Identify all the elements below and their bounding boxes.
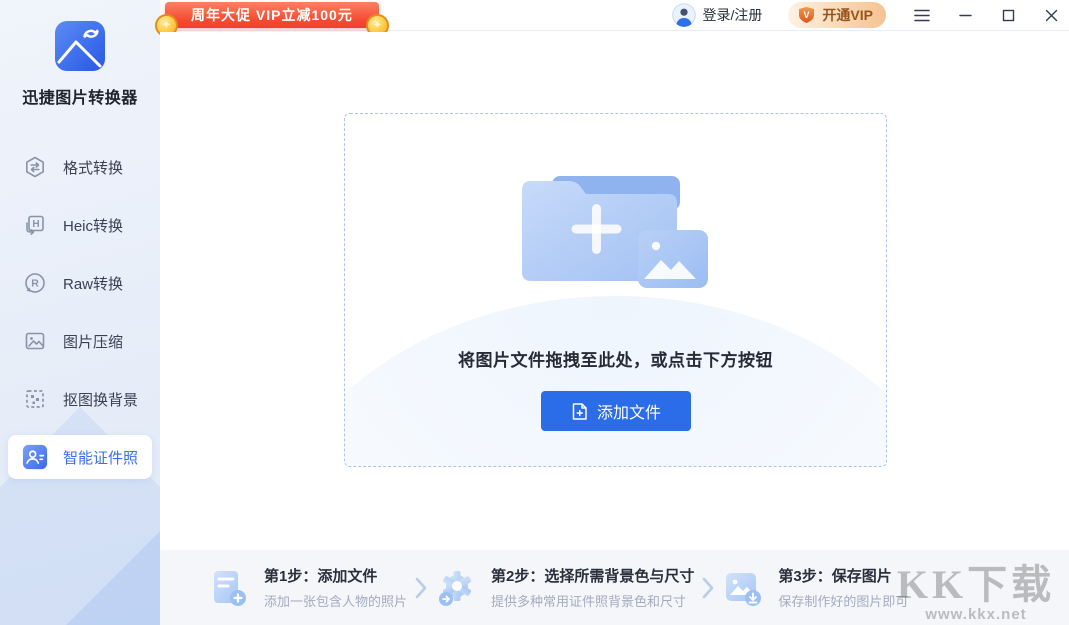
step-subtitle: 保存制作好的图片即可 bbox=[778, 591, 908, 610]
maximize-icon bbox=[1002, 9, 1015, 22]
vip-shield-icon: V bbox=[797, 6, 816, 24]
sidebar-item-cutout-background[interactable]: 抠图换背景 bbox=[8, 377, 152, 421]
steps-bar: 第1步：添加文件 添加一张包含人物的照片 bbox=[160, 550, 1069, 625]
add-folder-illustration bbox=[510, 166, 722, 305]
avatar-icon bbox=[672, 3, 696, 27]
raw-convert-icon: R bbox=[22, 270, 48, 296]
sidebar-item-label: 图片压缩 bbox=[63, 331, 123, 352]
svg-text:R: R bbox=[31, 278, 39, 290]
sidebar-item-label: 抠图换背景 bbox=[63, 389, 138, 410]
sidebar-item-label: 智能证件照 bbox=[63, 447, 138, 468]
close-button[interactable] bbox=[1041, 5, 1061, 25]
step-3: 第3步：保存图片 保存制作好的图片即可 bbox=[722, 565, 908, 610]
menu-icon bbox=[914, 9, 930, 22]
close-icon bbox=[1045, 9, 1058, 22]
app-logo-icon bbox=[54, 20, 106, 72]
sidebar-item-raw-convert[interactable]: R Raw转换 bbox=[8, 261, 152, 305]
save-image-icon bbox=[722, 567, 764, 609]
settings-gear-icon bbox=[435, 567, 477, 609]
login-label: 登录/注册 bbox=[703, 5, 763, 25]
app-title: 迅捷图片转换器 bbox=[0, 84, 160, 108]
sidebar-item-format-convert[interactable]: 格式转换 bbox=[8, 145, 152, 189]
step-subtitle: 提供多种常用证件照背景色和尺寸 bbox=[491, 591, 694, 610]
maximize-button[interactable] bbox=[998, 5, 1018, 25]
sidebar-item-label: 格式转换 bbox=[63, 157, 123, 178]
svg-text:V: V bbox=[804, 10, 810, 20]
sidebar-menu: 格式转换 H Heic转换 R bbox=[0, 145, 160, 493]
sidebar-item-label: Raw转换 bbox=[63, 273, 123, 294]
cutout-background-icon bbox=[22, 386, 48, 412]
format-convert-icon bbox=[22, 154, 48, 180]
add-document-icon bbox=[208, 567, 250, 609]
step-title: 第2步：选择所需背景色与尺寸 bbox=[491, 565, 694, 586]
watermark: KK下载 www.kkx.net bbox=[887, 552, 1065, 623]
add-file-label: 添加文件 bbox=[597, 399, 661, 423]
login-register-button[interactable]: 登录/注册 bbox=[672, 3, 763, 27]
sidebar-item-id-photo[interactable]: 智能证件照 bbox=[8, 435, 152, 479]
dropzone-hint: 将图片文件拖拽至此处，或点击下方按钮 bbox=[345, 346, 886, 371]
header: ✦ 周年大促 VIP立减100元 ✦ 登录/注册 bbox=[160, 0, 1069, 31]
step-title: 第1步：添加文件 bbox=[264, 565, 407, 586]
vip-label: 开通VIP bbox=[822, 5, 873, 25]
image-compress-icon bbox=[22, 328, 48, 354]
step-2: 第2步：选择所需背景色与尺寸 提供多种常用证件照背景色和尺寸 bbox=[435, 565, 694, 610]
step-title: 第3步：保存图片 bbox=[778, 565, 908, 586]
promo-text: 周年大促 VIP立减100元 bbox=[191, 5, 353, 25]
sidebar-item-heic-convert[interactable]: H Heic转换 bbox=[8, 203, 152, 247]
minimize-button[interactable] bbox=[955, 5, 975, 25]
svg-text:H: H bbox=[32, 219, 39, 230]
promo-banner[interactable]: ✦ 周年大促 VIP立减100元 ✦ bbox=[165, 2, 379, 28]
add-file-button[interactable]: 添加文件 bbox=[541, 391, 691, 431]
id-photo-icon bbox=[22, 444, 48, 470]
add-file-icon bbox=[570, 402, 589, 421]
menu-button[interactable] bbox=[912, 5, 932, 25]
watermark-url: www.kkx.net bbox=[887, 606, 1065, 623]
sidebar: 迅捷图片转换器 格式转换 H bbox=[0, 0, 160, 625]
watermark-title: KK下载 bbox=[887, 552, 1065, 610]
main-content: 将图片文件拖拽至此处，或点击下方按钮 添加文件 bbox=[160, 32, 1069, 550]
heic-convert-icon: H bbox=[22, 212, 48, 238]
chevron-right-icon bbox=[702, 577, 714, 599]
vip-button[interactable]: V 开通VIP bbox=[788, 2, 886, 28]
minimize-icon bbox=[959, 9, 972, 22]
chevron-right-icon bbox=[415, 577, 427, 599]
dropzone[interactable]: 将图片文件拖拽至此处，或点击下方按钮 添加文件 bbox=[344, 113, 887, 467]
step-subtitle: 添加一张包含人物的照片 bbox=[264, 591, 407, 610]
step-1: 第1步：添加文件 添加一张包含人物的照片 bbox=[208, 565, 407, 610]
sidebar-item-label: Heic转换 bbox=[63, 215, 123, 236]
sidebar-item-image-compress[interactable]: 图片压缩 bbox=[8, 319, 152, 363]
hill-decor bbox=[344, 296, 887, 467]
app-window: 迅捷图片转换器 格式转换 H bbox=[0, 0, 1069, 625]
